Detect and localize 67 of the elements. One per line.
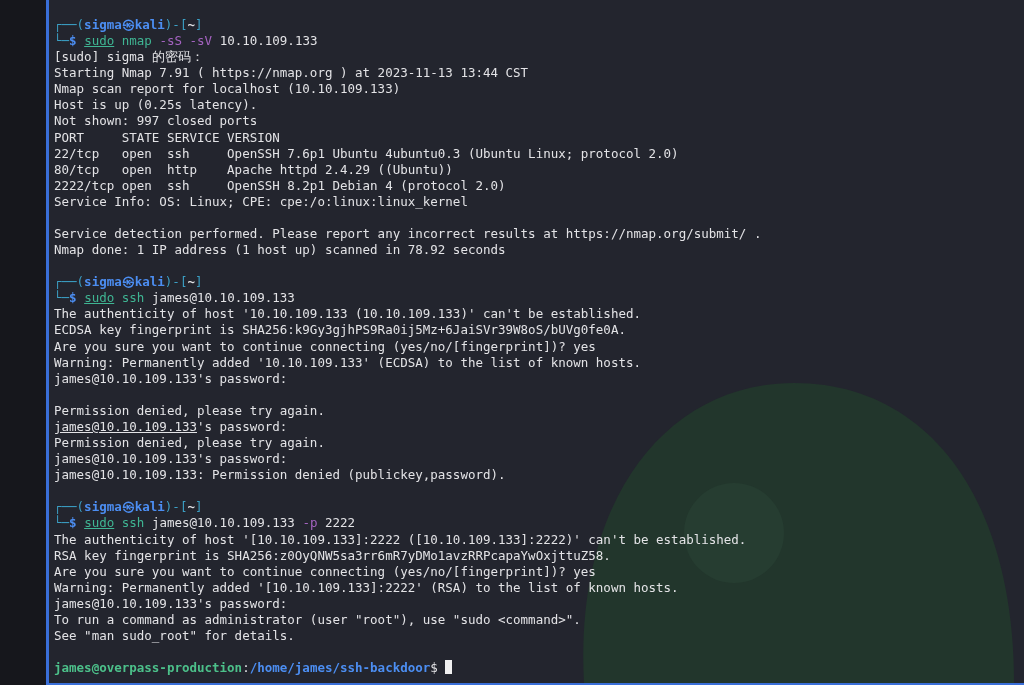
- prompt-frame: )-[: [164, 274, 188, 290]
- command-text: ssh: [121, 290, 145, 306]
- prompt-frame: ]: [194, 499, 203, 515]
- command-option: -sS -sV: [159, 33, 213, 49]
- output-line: PORT STATE SERVICE VERSION: [54, 129, 280, 145]
- output-line: 22/tcp open ssh OpenSSH 7.6p1 Ubuntu 4ubuntu0.3 (Ubuntu Linux; protocol 2.0): [54, 145, 679, 161]
- prompt-frame: ┌──(: [54, 274, 85, 290]
- prompt-frame: └─: [54, 290, 70, 306]
- prompt-symbol: $: [69, 33, 77, 49]
- output-line: [sudo] sigma 的密码：: [54, 49, 204, 65]
- sudo-command: sudo: [84, 33, 115, 49]
- prompt-frame: └─: [54, 515, 70, 531]
- output-line: RSA key fingerprint is SHA256:z0OyQNW5sa3rr6mR7yDMo1avzRRPcapaYwOxjttuZ58.: [54, 547, 611, 563]
- output-line: Not shown: 997 closed ports: [54, 113, 258, 129]
- prompt-frame: )-[: [164, 17, 188, 32]
- output-line: Nmap scan report for localhost (10.10.109.133): [54, 81, 401, 97]
- prompt-frame: ]: [194, 17, 203, 32]
- output-line: Permission denied, please try again.: [54, 435, 325, 451]
- output-line: james@10.10.109.133: Permission denied (publickey,password).: [54, 467, 506, 483]
- output-line: 2222/tcp open ssh OpenSSH 8.2p1 Debian 4 (protocol 2.0): [54, 177, 506, 193]
- output-line: james@10.10.109.133's password:: [54, 370, 288, 386]
- prompt-frame: └─: [54, 33, 70, 49]
- output-line: Service detection performed. Please report any incorrect results at https://nmap.org/submit/ .: [54, 226, 762, 241]
- prompt-symbol: $: [69, 290, 77, 306]
- output-line: ECDSA key fingerprint is SHA256:k9Gy3gjhPS9Ra0ij5Mz+6JaiSVr39W8oS/bUVg0fe0A.: [54, 322, 626, 338]
- prompt-directory: ~: [187, 274, 195, 290]
- sudo-command: sudo: [84, 515, 115, 531]
- output-line: Warning: Permanently added '[10.10.109.133]:2222' (RSA) to the list of known hosts.: [54, 579, 679, 595]
- prompt-frame: ]: [194, 274, 203, 290]
- output-line: Warning: Permanently added '10.10.109.133' (ECDSA) to the list of known hosts.: [54, 354, 641, 370]
- prompt-directory: ~: [187, 499, 195, 515]
- output-line: 80/tcp open http Apache httpd 2.4.29 ((Ubuntu)): [54, 161, 453, 177]
- command-text: nmap: [121, 33, 152, 49]
- prompt-user: sigma㉿kali: [84, 499, 165, 515]
- shell-separator: :: [242, 660, 250, 676]
- output-line: james@10.10.109.133's password:: [54, 451, 288, 467]
- command-text: ssh: [121, 515, 145, 531]
- output-line: Service Info: OS: Linux; CPE: cpe:/o:linux:linux_kernel: [54, 193, 468, 209]
- prompt-frame: )-[: [164, 499, 188, 515]
- output-line: 2222: [325, 515, 356, 531]
- output-text: 's password:: [197, 418, 288, 434]
- shell-path: /home/james/ssh-backdoor: [249, 660, 431, 676]
- output-line: james@10.10.109.133's password:: [54, 595, 288, 611]
- prompt-symbol: $: [69, 515, 77, 531]
- host-link[interactable]: james@10.10.109.133: [54, 418, 197, 434]
- output-line: Nmap done: 1 IP address (1 host up) scanned in 78.92 seconds: [54, 242, 506, 258]
- prompt-user: sigma㉿kali: [84, 17, 165, 32]
- output-line: Host is up (0.25s latency).: [54, 97, 258, 113]
- output-line: Are you sure you want to continue connecting (yes/no/[fingerprint])? yes: [54, 563, 596, 579]
- prompt-frame: ┌──(: [54, 499, 85, 515]
- output-line: The authenticity of host '[10.10.109.133]:2222 ([10.10.109.133]:2222)' can't be established.: [54, 531, 747, 547]
- output-line: To run a command as administrator (user "root"), use "sudo <command>".: [54, 611, 581, 627]
- prompt-user: sigma㉿kali: [84, 274, 165, 290]
- output-line: james@10.10.109.133: [151, 290, 295, 306]
- output-line: Are you sure you want to continue connecting (yes/no/[fingerprint])? yes: [54, 338, 596, 354]
- output-line: See "man sudo_root" for details.: [54, 627, 295, 643]
- output-line: Starting Nmap 7.91 ( https://nmap.org ) at 2023-11-13 13:44 CST: [54, 65, 529, 81]
- prompt-symbol: $: [430, 660, 438, 676]
- output-line: 10.10.109.133: [219, 33, 318, 49]
- prompt-frame: ┌──(: [54, 17, 85, 32]
- sudo-command: sudo: [84, 290, 115, 306]
- prompt-directory: ~: [187, 17, 195, 32]
- output-line: The authenticity of host '10.10.109.133 (10.10.109.133)' can't be established.: [54, 306, 641, 322]
- command-option: -p: [302, 515, 318, 531]
- output-line: james@10.10.109.133: [151, 515, 295, 531]
- output-line: Permission denied, please try again.: [54, 402, 325, 418]
- shell-user: james@overpass-production: [54, 660, 243, 676]
